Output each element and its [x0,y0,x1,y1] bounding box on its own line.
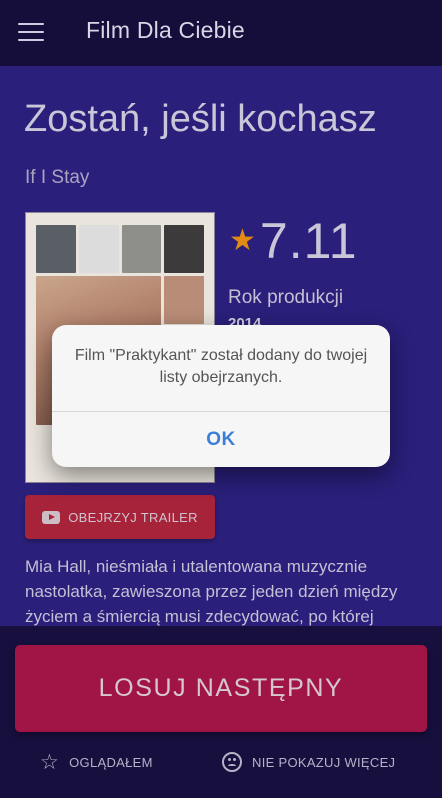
dialog-message: Film "Praktykant" został dodany do twoje… [74,347,368,386]
alert-dialog: Film "Praktykant" został dodany do twoje… [52,325,390,467]
dialog-ok-button[interactable]: OK [52,412,390,467]
